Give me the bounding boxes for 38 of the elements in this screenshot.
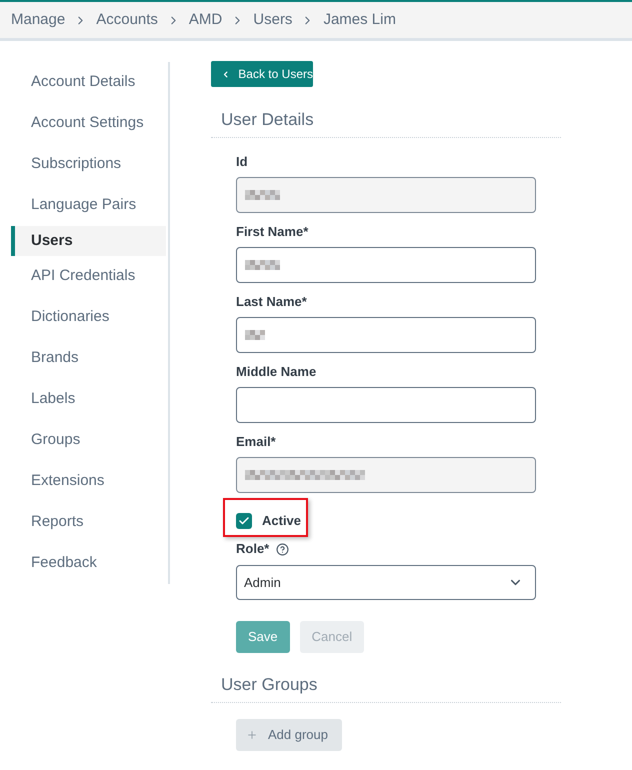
sidebar-item[interactable]: Groups [11,420,166,461]
field-label: Email* [236,434,277,450]
breadcrumb-link[interactable]: Accounts [96,8,158,32]
breadcrumb-current: James Lim [323,10,396,30]
field-label: Middle Name [236,364,318,380]
help-icon[interactable] [276,542,290,556]
sidebar-item[interactable]: Account Details [11,62,166,103]
plus-icon [246,729,258,741]
input-field[interactable] [236,317,536,353]
breadcrumb-link[interactable]: AMD [188,8,222,32]
breadcrumb-link[interactable]: Users [253,8,292,32]
check-icon [238,515,250,527]
role-select[interactable]: Admin [236,565,536,600]
checkbox-label: Active [262,513,302,529]
input-field[interactable] [236,247,536,283]
sidebar-item[interactable]: API Credentials [11,256,166,297]
back-button[interactable]: Back to Users [211,61,313,87]
section-heading: User Groups [221,674,318,696]
field-label: First Name* [236,224,310,240]
input-field[interactable] [236,387,536,423]
add-group-button[interactable]: Add group [236,719,342,751]
sidebar-item[interactable]: Reports [11,502,166,543]
sidebar-item[interactable]: Feedback [11,543,166,584]
breadcrumb-link[interactable]: Manage [11,8,66,32]
sidebar-item[interactable]: Users [11,226,166,256]
sidebar-item[interactable]: Dictionaries [11,297,166,338]
sidebar-item[interactable]: Extensions [11,461,166,502]
sidebar-item[interactable]: Brands [11,338,166,379]
chevron-left-icon [221,68,230,80]
sidebar-item[interactable]: Account Settings [11,103,166,144]
sidebar-item[interactable]: Subscriptions [11,144,166,185]
sidebar-item[interactable]: Language Pairs [11,185,166,226]
field-label: Last Name* [236,294,308,310]
section-heading: User Details [221,109,315,131]
field-label: Role* [236,541,270,557]
field-label: Id [236,154,249,170]
checkbox[interactable] [236,513,252,529]
sidebar-item[interactable]: Labels [11,379,166,420]
